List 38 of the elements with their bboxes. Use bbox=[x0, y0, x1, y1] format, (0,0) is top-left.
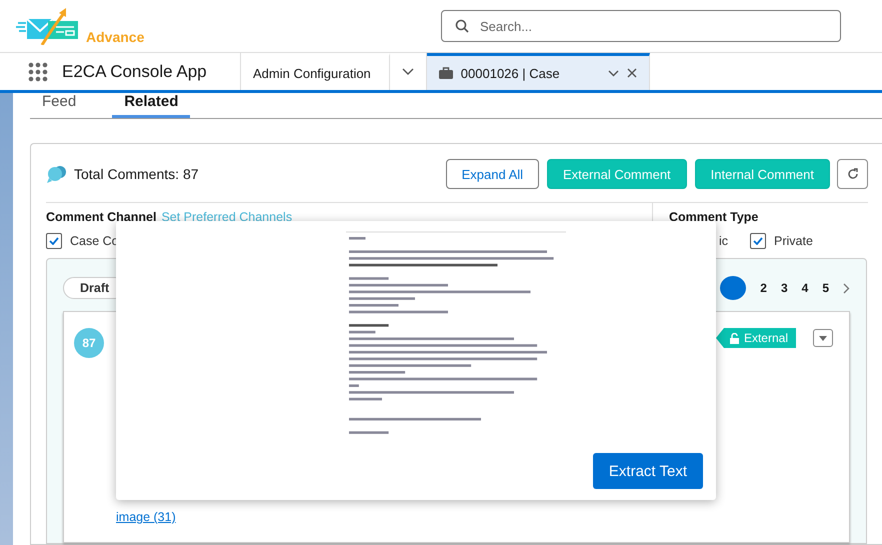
record-tab[interactable]: Related bbox=[112, 93, 190, 118]
search-field[interactable]: Search... bbox=[441, 10, 841, 42]
checkmark-icon bbox=[753, 237, 764, 245]
current-page-marker[interactable] bbox=[720, 276, 746, 300]
app-name: E2CA Console App bbox=[62, 62, 207, 82]
section-heading: Comment Type bbox=[669, 210, 760, 224]
checkbox[interactable] bbox=[46, 233, 62, 249]
refresh-button[interactable] bbox=[837, 159, 868, 189]
logo-text: Advance bbox=[86, 29, 144, 45]
record-tab[interactable]: Feed bbox=[30, 93, 88, 118]
close-icon[interactable] bbox=[626, 68, 637, 78]
option-label: Private bbox=[774, 234, 813, 248]
checkbox[interactable] bbox=[750, 233, 766, 249]
section-heading: Comment Channel bbox=[46, 210, 156, 224]
chevron-right-icon[interactable] bbox=[843, 282, 850, 294]
briefcase-icon bbox=[438, 67, 453, 79]
menu-button[interactable] bbox=[813, 329, 833, 347]
refresh-icon bbox=[846, 168, 858, 180]
page-number[interactable]: 4 bbox=[802, 281, 808, 295]
total-comments: Total Comments: 87 bbox=[74, 166, 200, 182]
caret-down-icon bbox=[819, 336, 827, 340]
chevron-down-icon[interactable] bbox=[608, 70, 619, 76]
nav-tab[interactable]: 00001026 | Case bbox=[426, 53, 650, 90]
external-tag: External bbox=[716, 328, 796, 348]
extract-text-button[interactable]: Extract Text bbox=[592, 453, 703, 489]
page-number[interactable]: 3 bbox=[780, 281, 788, 295]
chevron-down-icon[interactable] bbox=[402, 68, 414, 76]
page-number[interactable]: 2 bbox=[760, 281, 767, 295]
attachment-link[interactable]: image (31) bbox=[116, 510, 176, 524]
expand-all-button[interactable]: Expand All bbox=[446, 159, 540, 189]
chat-bubbles-icon bbox=[46, 165, 68, 183]
app-launcher-icon[interactable] bbox=[28, 62, 48, 82]
option-label: ic bbox=[719, 234, 728, 248]
page-number[interactable]: 5 bbox=[822, 281, 829, 295]
search-icon bbox=[455, 19, 469, 33]
checkmark-icon bbox=[49, 237, 59, 245]
lock-icon bbox=[730, 332, 739, 344]
comment-number: 87 bbox=[74, 328, 104, 358]
